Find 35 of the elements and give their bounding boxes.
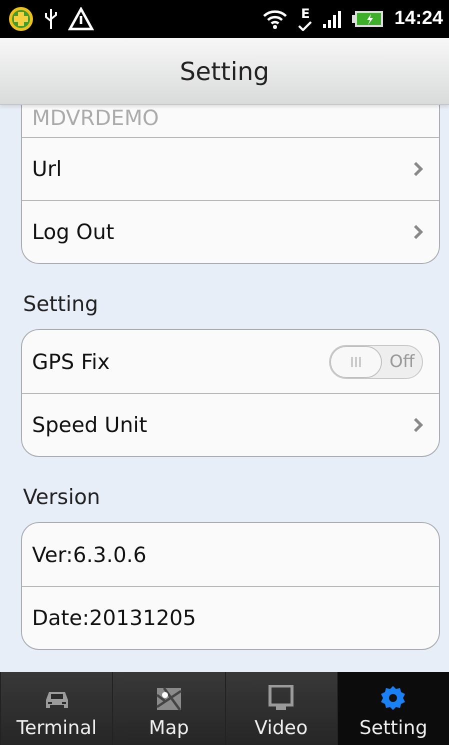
row-label: Log Out <box>32 220 116 244</box>
screen-title: Setting <box>180 56 270 86</box>
chevron-icon <box>413 418 423 432</box>
app-icon <box>8 6 34 32</box>
row-label: GPS Fix <box>32 350 111 374</box>
tab[interactable]: Setting <box>336 672 449 745</box>
row-label: Speed Unit <box>32 413 148 437</box>
warning-icon <box>68 7 94 31</box>
signal-icon <box>322 9 342 29</box>
chevron-icon <box>413 225 423 239</box>
wifi-icon <box>262 8 288 30</box>
battery-icon <box>352 10 384 28</box>
row-label: Url <box>32 157 63 181</box>
settings-row[interactable]: Log Out <box>22 200 439 263</box>
map-icon <box>156 687 182 711</box>
section-header: Version <box>22 484 102 511</box>
chevron-icon <box>413 162 423 176</box>
network-type: E <box>300 8 310 20</box>
settings-row[interactable]: Speed Unit <box>22 393 439 456</box>
tab[interactable]: Video <box>224 672 337 745</box>
row-label: MDVRDEMO <box>32 107 160 130</box>
car-icon <box>44 689 70 711</box>
tab[interactable]: Map <box>112 672 224 745</box>
toggle-state: Off <box>388 352 416 372</box>
row-label: Ver:6.3.0.6 <box>32 542 148 566</box>
tab[interactable]: Terminal <box>0 672 112 745</box>
row-label: Date:20131205 <box>32 606 198 630</box>
monitor-icon <box>268 685 294 711</box>
check-icon <box>298 20 312 30</box>
settings-row[interactable]: Url <box>22 137 439 200</box>
usb-icon <box>44 7 58 31</box>
section-header: Setting <box>22 291 100 318</box>
gear-icon <box>380 685 406 711</box>
clock: 14:24 <box>394 8 443 30</box>
grip-icon <box>350 356 362 368</box>
